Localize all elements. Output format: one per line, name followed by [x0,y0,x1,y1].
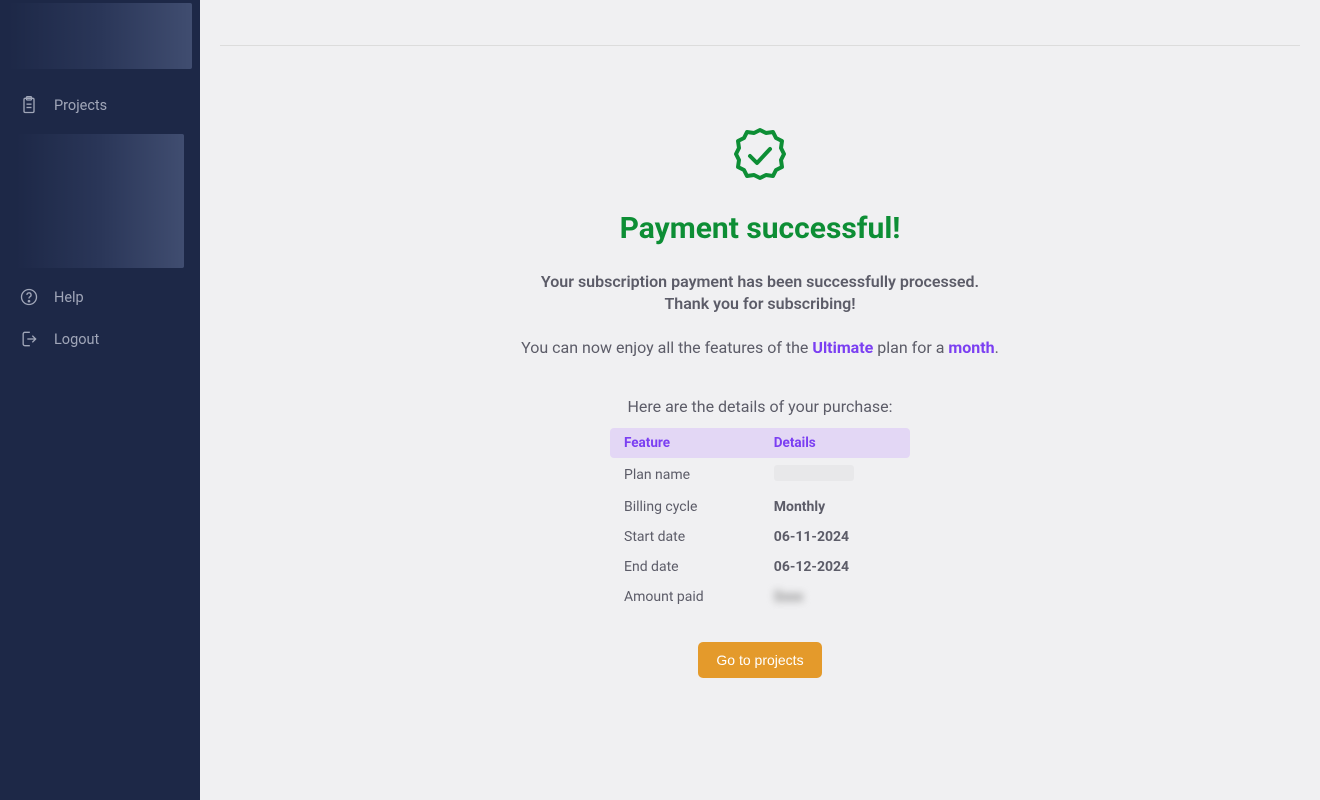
purchase-details-table: Feature Details Plan name Billing cycle … [610,428,910,612]
plan-name-highlight: Ultimate [812,338,873,357]
feature-summary: You can now enjoy all the features of th… [521,338,999,357]
row-value: 06-11-2024 [760,522,910,552]
details-heading: Here are the details of your purchase: [627,397,892,416]
main-content: Payment successful! Your subscription pa… [200,0,1320,800]
row-value: $xxx [760,582,910,612]
row-label: Start date [610,522,760,552]
table-row: Plan name [610,458,910,492]
redacted-value [774,465,854,481]
sidebar-item-help[interactable]: Help [8,276,192,318]
feature-text-pre: You can now enjoy all the features of th… [521,338,812,357]
redacted-amount: $xxx [774,589,803,605]
sidebar-item-logout[interactable]: Logout [8,318,192,360]
table-header-feature: Feature [610,428,760,458]
logout-icon [18,328,40,350]
sidebar-item-label: Logout [54,331,99,348]
clipboard-icon [18,94,40,116]
feature-text-end: . [995,338,999,357]
table-header-row: Feature Details [610,428,910,458]
row-label: Plan name [610,458,760,492]
logo-placeholder [8,3,192,69]
sidebar-item-label: Help [54,289,84,306]
sidebar-placeholder-block [16,134,184,268]
table-row: Start date 06-11-2024 [610,522,910,552]
row-label: End date [610,552,760,582]
row-value [760,458,910,492]
table-row: Billing cycle Monthly [610,492,910,522]
sidebar-item-projects[interactable]: Projects [8,84,192,126]
table-header-details: Details [760,428,910,458]
payment-success-panel: Payment successful! Your subscription pa… [410,46,1110,678]
row-label: Amount paid [610,582,760,612]
table-row: Amount paid $xxx [610,582,910,612]
go-to-projects-button[interactable]: Go to projects [698,642,821,678]
page-title: Payment successful! [620,211,901,246]
feature-text-mid: plan for a [873,338,948,357]
subtitle-line-2: Thank you for subscribing! [664,293,855,315]
period-highlight: month [948,338,994,357]
row-value: 06-12-2024 [760,552,910,582]
help-icon [18,286,40,308]
subtitle-line-1: Your subscription payment has been succe… [541,271,979,293]
row-label: Billing cycle [610,492,760,522]
table-row: End date 06-12-2024 [610,552,910,582]
sidebar: Projects Help Logout [0,0,200,800]
success-badge-icon [730,126,790,186]
sidebar-item-label: Projects [54,97,107,114]
row-value: Monthly [760,492,910,522]
